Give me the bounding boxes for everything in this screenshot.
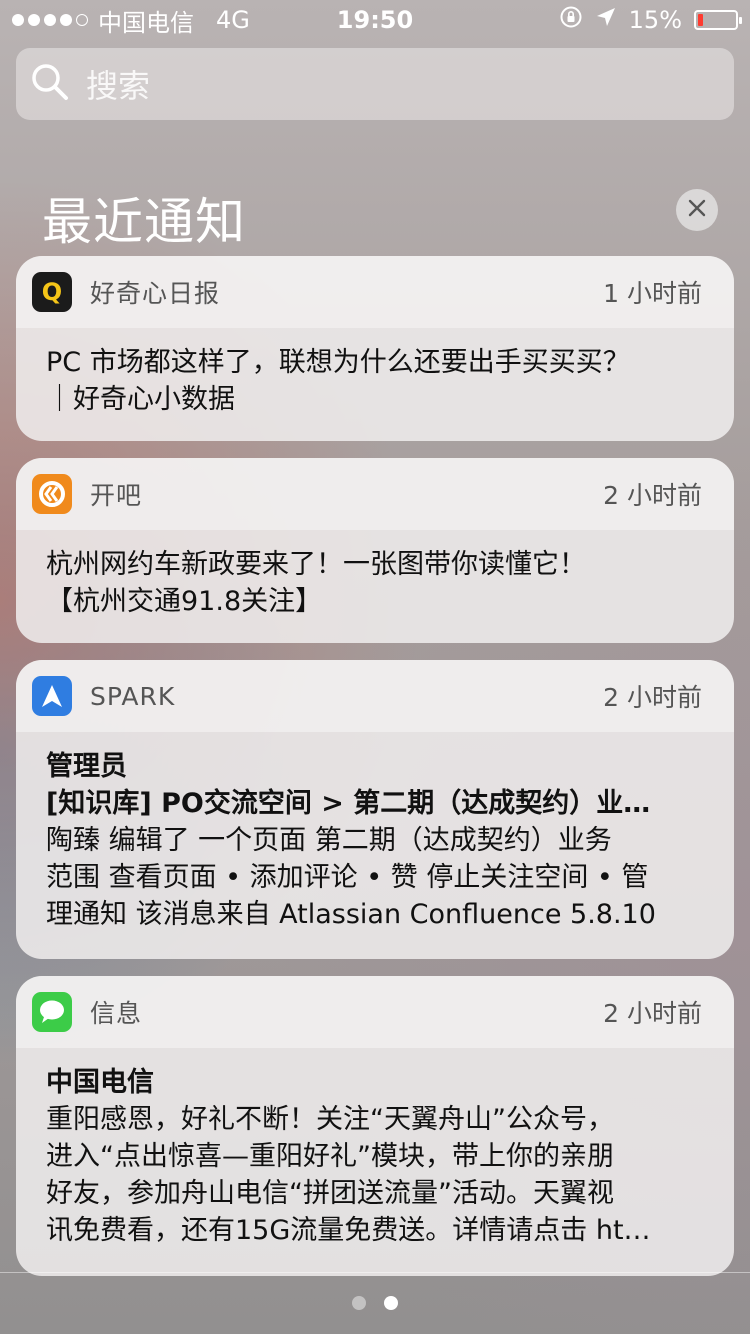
qdaily-icon-letter: Q [41, 278, 63, 306]
search-icon [30, 62, 70, 106]
search-placeholder: 搜索 [86, 67, 151, 105]
app-name: 开吧 [90, 481, 143, 510]
notification-body: 中国电信 重阳感恩，好礼不断！关注“天翼舟山”公众号， 进入“点出惊喜—重阳好礼… [16, 1048, 734, 1249]
notification-card[interactable]: SPARK 2 小时前 管理员 [知识库] PO交流空间 > 第二期（达成契约）… [16, 660, 734, 959]
carrier-label: 中国电信 [98, 8, 194, 37]
body-line: 进入“点出惊喜—重阳好礼”模块，带上你的亲朋 [46, 1141, 614, 1172]
notification-body: PC 市场都这样了，联想为什么还要出手买买买？ ｜好奇心小数据 [16, 328, 734, 418]
notification-card[interactable]: Q 好奇心日报 1 小时前 PC 市场都这样了，联想为什么还要出手买买买？ ｜好… [16, 256, 734, 441]
body-line: 范围 查看页面 • 添加评论 • 赞 停止关注空间 • 管 [46, 862, 649, 893]
search-bar[interactable]: 搜索 [16, 48, 734, 120]
status-left: 中国电信 4G [12, 3, 250, 38]
body-line: 陶臻 编辑了 一个页面 第二期（达成契约）业务 [46, 825, 612, 856]
body-line: 理通知 该消息来自 Atlassian Confluence 5.8.10 [46, 899, 656, 930]
page-dot-current[interactable] [384, 1296, 398, 1310]
notification-time: 2 小时前 [603, 999, 702, 1028]
app-name: 信息 [90, 999, 143, 1028]
location-arrow-icon [595, 6, 617, 34]
battery-icon [694, 10, 742, 30]
notification-card[interactable]: 开吧 2 小时前 杭州网约车新政要来了！一张图带你读懂它！ 【杭州交通91.8关… [16, 458, 734, 643]
status-right: 15% [559, 5, 742, 35]
notification-time: 1 小时前 [603, 279, 702, 308]
notification-title: 管理员 [46, 751, 127, 782]
notification-title: 中国电信 [46, 1067, 154, 1098]
notification-subtitle: [知识库] PO交流空间 > 第二期（达成契约）业… [46, 788, 651, 819]
notification-header: 开吧 2 小时前 [16, 458, 734, 530]
body-line: ｜好奇心小数据 [46, 384, 235, 415]
notification-card[interactable]: 信息 2 小时前 中国电信 重阳感恩，好礼不断！关注“天翼舟山”公众号， 进入“… [16, 976, 734, 1276]
page-indicator[interactable] [0, 1296, 750, 1310]
messages-app-icon [32, 992, 72, 1032]
notification-header: SPARK 2 小时前 [16, 660, 734, 732]
kaiba-app-icon [32, 474, 72, 514]
body-line: 讯免费看，还有15G流量免费送。详情请点击 ht… [46, 1215, 651, 1246]
notification-header: Q 好奇心日报 1 小时前 [16, 256, 734, 328]
app-name: 好奇心日报 [90, 279, 221, 308]
bottom-divider [0, 1272, 750, 1273]
body-line: 【杭州交通91.8关注】 [46, 586, 323, 617]
notification-body: 杭州网约车新政要来了！一张图带你读懂它！ 【杭州交通91.8关注】 [16, 530, 734, 620]
signal-dots-icon [12, 14, 88, 26]
body-line: 好友，参加舟山电信“拼团送流量”活动。天翼视 [46, 1178, 614, 1209]
battery-level [698, 14, 703, 26]
body-line: PC 市场都这样了，联想为什么还要出手买买买？ [46, 347, 630, 378]
battery-percent: 15% [628, 6, 682, 34]
body-line: 重阳感恩，好礼不断！关注“天翼舟山”公众号， [46, 1104, 614, 1135]
page-dot[interactable] [352, 1296, 366, 1310]
close-icon [687, 198, 707, 222]
status-bar: 中国电信 4G 19:50 15% [0, 0, 750, 40]
qdaily-app-icon: Q [32, 272, 72, 312]
clear-notifications-button[interactable] [676, 189, 718, 231]
orientation-lock-icon [559, 5, 583, 35]
network-label: 4G [216, 6, 250, 34]
body-line: 杭州网约车新政要来了！一张图带你读懂它！ [46, 549, 586, 580]
notification-time: 2 小时前 [603, 481, 702, 510]
app-name: SPARK [90, 681, 176, 711]
spark-app-icon [32, 676, 72, 716]
notification-body: 管理员 [知识库] PO交流空间 > 第二期（达成契约）业… 陶臻 编辑了 一个… [16, 732, 734, 933]
section-title: 最近通知 [42, 193, 246, 251]
notification-header: 信息 2 小时前 [16, 976, 734, 1048]
notification-time: 2 小时前 [603, 683, 702, 712]
